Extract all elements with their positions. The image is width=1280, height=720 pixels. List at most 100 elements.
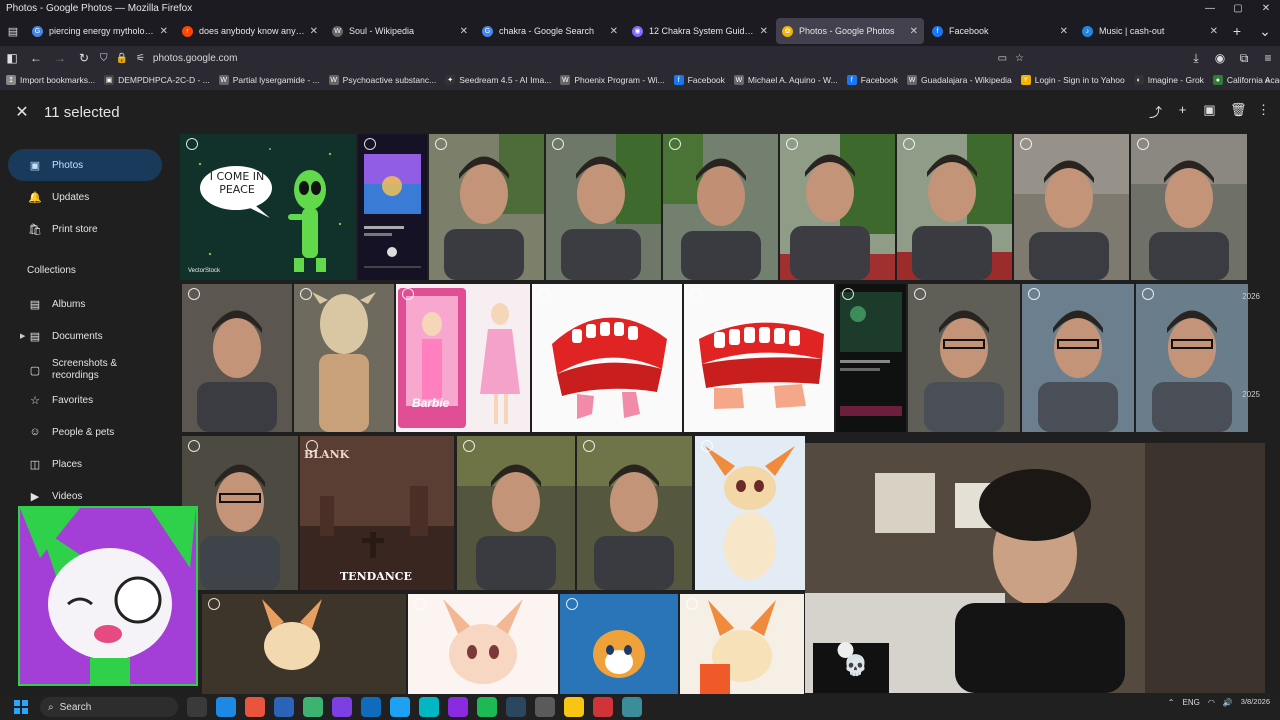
photo-tile-selfie-4[interactable] (780, 134, 895, 280)
more-options-icon[interactable]: ⋮ (1257, 102, 1270, 121)
browser-tab[interactable]: Gchakra - Google Search ✕ (476, 18, 624, 44)
sidebar-item-places[interactable]: ◫ Places (8, 448, 162, 480)
photo-tile-anime-warrior[interactable] (294, 284, 394, 432)
bookmark-item[interactable]: W Guadalajara - Wikipedia (907, 75, 1012, 85)
tab-close-icon[interactable]: ✕ (610, 26, 618, 37)
sidebar-item-photos[interactable]: ▣ Photos (8, 149, 162, 181)
forward-button[interactable]: → (48, 51, 72, 65)
add-icon[interactable]: + (1176, 102, 1189, 121)
wifi-icon[interactable]: ◠ (1208, 698, 1215, 707)
photo-tile-barbie[interactable]: Barbie (396, 284, 530, 432)
extensions-icon[interactable]: ⧉ (1232, 51, 1256, 66)
taskbar-app-icon[interactable] (506, 697, 526, 717)
taskbar-app-icon[interactable] (245, 697, 265, 717)
browser-tab[interactable]: r does anybody know anything a ✕ (176, 18, 324, 44)
select-circle-icon[interactable] (414, 598, 426, 610)
year-marker[interactable]: 2025 (1242, 390, 1260, 399)
taskbar-app-icon[interactable] (564, 697, 584, 717)
photo-tile-album-art[interactable]: BLANK TENDANCE (300, 436, 454, 590)
select-circle-icon[interactable] (583, 440, 595, 452)
bookmark-item[interactable]: f Facebook (846, 75, 898, 85)
photo-tile-cream-rabbit[interactable] (680, 594, 804, 694)
tray-overflow-icon[interactable]: ⌃ (1168, 698, 1175, 707)
select-circle-icon[interactable] (686, 598, 698, 610)
photo-tile-selfie-7[interactable] (1131, 134, 1247, 280)
select-circle-icon[interactable] (701, 440, 713, 452)
bookmark-item[interactable]: Y Login - Sign in to Yahoo (1020, 75, 1125, 85)
browser-tab[interactable]: ✿ Photos - Google Photos ✕ (776, 18, 924, 44)
bookmark-item[interactable]: ◐ Imagine - Grok (1133, 75, 1204, 85)
bookmarks-overflow-icon[interactable]: » (1265, 75, 1270, 85)
select-circle-icon[interactable] (463, 440, 475, 452)
taskbar-app-icon[interactable] (419, 697, 439, 717)
sidebar-item-people-pets[interactable]: ☺ People & pets (8, 416, 162, 448)
photo-tile-selfie-11[interactable] (1136, 284, 1248, 432)
photo-tile-selfie-1[interactable] (429, 134, 544, 280)
bookmark-item[interactable]: W Michael A. Aquino - W... (733, 75, 838, 85)
select-circle-icon[interactable] (690, 288, 702, 300)
select-circle-icon[interactable] (300, 288, 312, 300)
downloads-icon[interactable]: ⤓ (1184, 51, 1208, 66)
photo-tile-selfie-6[interactable] (1014, 134, 1129, 280)
share-icon[interactable]: ⤴ (1149, 102, 1162, 121)
bookmark-item[interactable]: W Psychoactive substanc... (328, 75, 436, 85)
reload-button[interactable]: ↻ (72, 51, 96, 65)
sidebar-item-documents[interactable]: ▶ ▤ Documents (8, 320, 162, 352)
select-circle-icon[interactable] (842, 288, 854, 300)
select-circle-icon[interactable] (186, 138, 198, 150)
taskbar-app-icon[interactable] (448, 697, 468, 717)
select-circle-icon[interactable] (914, 288, 926, 300)
taskbar-app-icon[interactable] (390, 697, 410, 717)
sidebar-item-print-store[interactable]: 🛍 Print store (8, 213, 162, 245)
bookmark-star-icon[interactable]: ☆ (1015, 53, 1024, 64)
taskbar-search-box[interactable]: ⌕ Search (40, 697, 178, 717)
select-circle-icon[interactable] (1020, 138, 1032, 150)
photo-tile-chattering-teeth-1[interactable] (532, 284, 682, 432)
taskbar-app-icon[interactable] (593, 697, 613, 717)
taskbar-app-icon[interactable] (187, 697, 207, 717)
archive-icon[interactable]: ▣ (1203, 102, 1216, 121)
photo-tile-bunny-3[interactable] (408, 594, 558, 694)
photo-tile-alien[interactable]: I COME IN PEACE VectorStock (180, 134, 356, 280)
photo-tile-tails[interactable] (560, 594, 678, 694)
tab-close-icon[interactable]: ✕ (760, 26, 768, 37)
permissions-icon[interactable]: ⚟ (136, 53, 145, 64)
photo-tile-selfie-12[interactable] (182, 436, 298, 590)
select-circle-icon[interactable] (364, 138, 376, 150)
photo-tile-dark-screenshot[interactable] (836, 284, 906, 432)
taskbar-app-icon[interactable] (477, 697, 497, 717)
minimize-button[interactable]: — (1196, 3, 1224, 14)
delete-icon[interactable]: 🗑 (1230, 102, 1247, 121)
taskbar-app-icon[interactable] (361, 697, 381, 717)
browser-tab[interactable]: f Facebook ✕ (926, 18, 1074, 44)
sidebar-item-favorites[interactable]: ☆ Favorites (8, 384, 162, 416)
browser-tab[interactable]: ♪ Music | cash-out ✕ (1076, 18, 1224, 44)
select-circle-icon[interactable] (538, 288, 550, 300)
year-marker[interactable]: 2026 (1242, 292, 1260, 301)
sidebar-item-screenshots[interactable]: ▢ Screenshots & recordings (8, 352, 162, 388)
photo-tile-selfie-2[interactable] (546, 134, 661, 280)
windows-start-icon[interactable] (8, 700, 34, 714)
photo-tile-chattering-teeth-2[interactable] (684, 284, 834, 432)
select-circle-icon[interactable] (402, 288, 414, 300)
clear-selection-icon[interactable]: ✕ (0, 102, 44, 122)
tab-close-icon[interactable]: ✕ (1210, 26, 1218, 37)
tab-close-icon[interactable]: ✕ (910, 26, 918, 37)
browser-tab[interactable]: ◉ 12 Chakra System Guide: Exten ✕ (626, 18, 774, 44)
taskbar-app-icon[interactable] (332, 697, 352, 717)
sidebar-toggle-icon[interactable]: ◧ (0, 51, 24, 65)
taskbar-app-icon[interactable] (535, 697, 555, 717)
account-icon[interactable]: ◉ (1208, 51, 1232, 65)
bookmark-item[interactable]: f Facebook (673, 75, 725, 85)
browser-tab[interactable]: Gpiercing energy mythology wik ✕ (26, 18, 174, 44)
sidebar-item-albums[interactable]: ▤ Albums (8, 288, 162, 320)
photo-tile-selfie-3[interactable] (663, 134, 778, 280)
url-text[interactable]: photos.google.com (153, 53, 238, 64)
bookmark-item[interactable]: W Phoenix Program - Wi... (560, 75, 665, 85)
tab-close-icon[interactable]: ✕ (1060, 26, 1068, 37)
volume-icon[interactable]: 🔊 (1223, 698, 1233, 707)
select-circle-icon[interactable] (188, 440, 200, 452)
photo-tile-selfie-10[interactable] (1022, 284, 1134, 432)
back-button[interactable]: ← (24, 51, 48, 65)
reader-view-icon[interactable]: ▭ (998, 53, 1007, 64)
